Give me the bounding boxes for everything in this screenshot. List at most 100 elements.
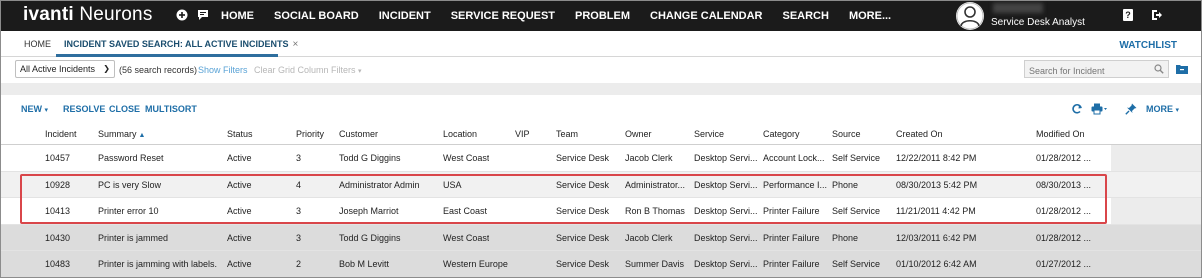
- table-row[interactable]: 10928 PC is very Slow Active 4 Administrator…: [1, 171, 1201, 198]
- close-button[interactable]: CLOSE: [109, 104, 140, 114]
- column-header-summary[interactable]: Summary ▲: [98, 129, 145, 139]
- table-row[interactable]: 10457 Password Reset Active 3 Todd G Diggins…: [1, 145, 1201, 172]
- nav-item-problem[interactable]: PROBLEM: [575, 10, 630, 22]
- cell-customer: Todd G Diggins: [339, 153, 401, 163]
- tab-incident-saved-search[interactable]: INCIDENT SAVED SEARCH: ALL ACTIVE INCIDE…: [64, 39, 298, 50]
- grid-toolbar: NEW ▾ RESOLVE CLOSE MULTISORT MORE ▾: [1, 95, 1201, 123]
- column-header-incident[interactable]: Incident: [45, 129, 77, 139]
- column-header-customer[interactable]: Customer: [339, 129, 378, 139]
- sort-ascending-icon[interactable]: ▲: [139, 132, 146, 139]
- cell-incident: 10430: [45, 232, 71, 243]
- cell-incident: 10928: [45, 179, 71, 190]
- close-icon[interactable]: ×: [293, 39, 299, 50]
- cell-incident: 10457: [45, 153, 71, 163]
- cell-category: Printer Failure: [763, 232, 820, 243]
- cell-source: Self Service: [832, 153, 881, 163]
- tab-home[interactable]: HOME: [24, 39, 51, 49]
- column-header-source[interactable]: Source: [832, 129, 861, 139]
- add-icon[interactable]: [176, 9, 188, 21]
- chevron-down-icon: ❯: [103, 64, 110, 73]
- folder-icon[interactable]: [1176, 64, 1188, 74]
- cell-category: Performance I...: [763, 179, 828, 190]
- search-icon[interactable]: [1154, 64, 1164, 74]
- nav-item-change-calendar[interactable]: CHANGE CALENDAR: [650, 10, 762, 22]
- cell-service: Desktop Servi...: [694, 179, 758, 190]
- grid-header: Incident Summary ▲ Status Priority Customer Lo…: [1, 123, 1201, 145]
- column-header-location[interactable]: Location: [443, 129, 477, 139]
- table-row[interactable]: 10430 Printer is jammed Active 3 Todd G Digg…: [1, 224, 1201, 251]
- help-icon[interactable]: ?: [1123, 9, 1133, 21]
- column-header-category[interactable]: Category: [763, 129, 800, 139]
- column-header-label: Source: [832, 129, 861, 139]
- column-header-label: Category: [763, 129, 800, 139]
- clear-filters-link[interactable]: Clear Grid Column Filters ▾: [254, 65, 362, 75]
- column-header-created-on[interactable]: Created On: [896, 129, 943, 139]
- column-header-label: Incident: [45, 129, 77, 139]
- column-header-vip[interactable]: VIP: [515, 129, 530, 139]
- cell-owner: Summer Davis: [625, 259, 685, 269]
- cell-location: West Coast: [443, 153, 490, 163]
- nav-item-more[interactable]: MORE...: [849, 10, 891, 22]
- search-box[interactable]: [1024, 60, 1169, 79]
- cell-modified-on: 01/27/2012 ...: [1036, 259, 1092, 269]
- cell-owner: Ron B Thomas: [625, 206, 685, 216]
- column-header-priority[interactable]: Priority: [296, 129, 324, 139]
- column-header-label: Modified On: [1036, 129, 1085, 139]
- column-header-label: VIP: [515, 129, 530, 139]
- watchlist-button[interactable]: WATCHLIST: [1119, 40, 1177, 51]
- tab-label: INCIDENT SAVED SEARCH: ALL ACTIVE INCIDE…: [64, 39, 289, 49]
- cell-customer: Joseph Marriot: [339, 206, 399, 216]
- column-header-label: Service: [694, 129, 725, 139]
- print-icon[interactable]: [1091, 103, 1107, 115]
- incident-grid: Incident Summary ▲ Status Priority Customer Lo…: [1, 123, 1201, 277]
- cell-customer: Administrator Admin: [339, 179, 420, 190]
- show-filters-link[interactable]: Show Filters: [198, 65, 248, 75]
- more-button[interactable]: MORE ▾: [1146, 104, 1179, 114]
- column-header-modified-on[interactable]: Modified On: [1036, 129, 1085, 139]
- cell-source: Phone: [832, 232, 859, 243]
- cell-status: Active: [227, 259, 252, 269]
- cell-status: Active: [227, 206, 252, 216]
- cell-created-on: 12/03/2011 6:42 PM: [896, 232, 977, 243]
- column-header-service[interactable]: Service: [694, 129, 724, 139]
- cell-source: Self Service: [832, 259, 881, 269]
- cell-summary: Printer is jammed: [98, 232, 169, 243]
- cell-team: Service Desk: [556, 232, 610, 243]
- column-header-owner[interactable]: Owner: [625, 129, 652, 139]
- resolve-button[interactable]: RESOLVE: [63, 104, 105, 114]
- cell-modified-on: 01/28/2012 ...: [1036, 206, 1092, 216]
- pin-icon[interactable]: [1125, 103, 1137, 115]
- nav-item-home[interactable]: HOME: [221, 10, 254, 22]
- column-header-status[interactable]: Status: [227, 129, 253, 139]
- cell-team: Service Desk: [556, 179, 610, 190]
- nav-item-search[interactable]: SEARCH: [782, 10, 828, 22]
- cell-customer: Bob M Levitt: [339, 259, 390, 269]
- cell-incident: 10413: [45, 206, 71, 216]
- user-role: Service Desk Analyst: [991, 17, 1085, 28]
- chat-icon[interactable]: [197, 9, 209, 21]
- logout-icon[interactable]: [1151, 9, 1163, 21]
- saved-search-dropdown[interactable]: All Active Incidents ❯: [15, 60, 115, 78]
- search-input[interactable]: [1025, 63, 1145, 79]
- column-header-team[interactable]: Team: [556, 129, 578, 139]
- cell-source: Self Service: [832, 206, 881, 216]
- nav-item-social-board[interactable]: SOCIAL BOARD: [274, 10, 359, 22]
- main-menu: HOME SOCIAL BOARD INCIDENT SERVICE REQUEST P…: [221, 1, 911, 31]
- search-bar: All Active Incidents ❯ (56 search record…: [1, 58, 1201, 82]
- cell-customer: Todd G Diggins: [339, 232, 401, 243]
- cell-location: Western Europe: [443, 259, 508, 269]
- multisort-button[interactable]: MULTISORT: [145, 104, 197, 114]
- nav-item-incident[interactable]: INCIDENT: [379, 10, 431, 22]
- cell-team: Service Desk: [556, 259, 610, 269]
- nav-item-service-request[interactable]: SERVICE REQUEST: [451, 10, 555, 22]
- cell-service: Desktop Servi...: [694, 206, 758, 216]
- table-row[interactable]: 10483 Printer is jamming with labels. Acti…: [1, 251, 1201, 277]
- table-row[interactable]: 10413 Printer error 10 Active 3 Joseph Marri…: [1, 198, 1201, 225]
- refresh-icon[interactable]: [1071, 103, 1083, 115]
- app-window: ivanti Neurons HOME SOCIAL BOARD INCIDENT S…: [0, 0, 1202, 278]
- new-button[interactable]: NEW ▾: [21, 104, 48, 114]
- avatar[interactable]: [956, 2, 984, 30]
- cell-modified-on: 01/28/2012 ...: [1036, 232, 1092, 243]
- logo[interactable]: ivanti Neurons: [23, 4, 153, 26]
- cell-team: Service Desk: [556, 153, 610, 163]
